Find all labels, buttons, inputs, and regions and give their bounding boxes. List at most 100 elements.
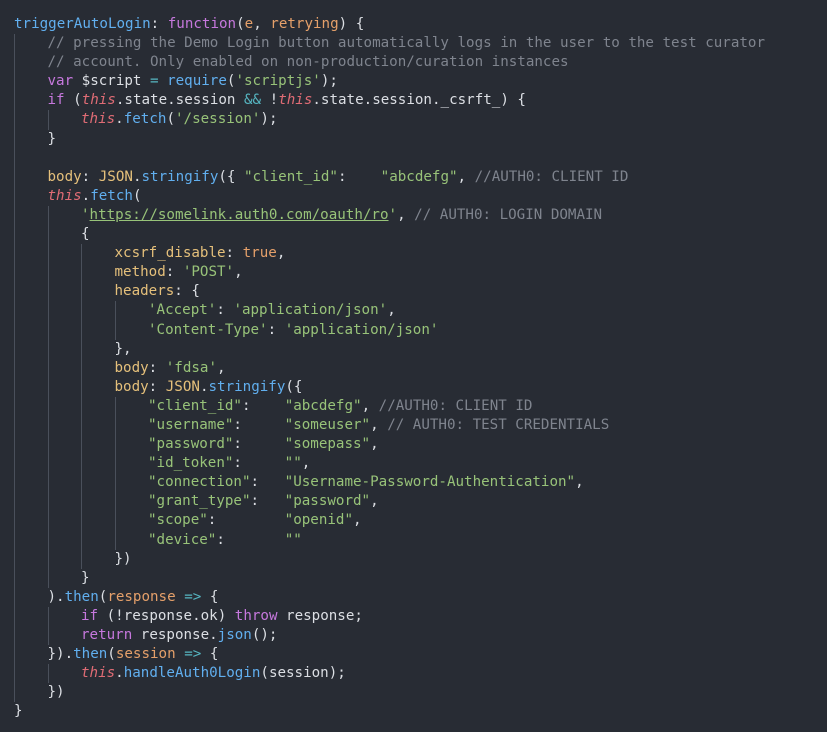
code-token: return (81, 627, 133, 643)
code-line: "scope": "openid", (0, 511, 827, 531)
code-token: response (107, 588, 176, 605)
code-token: "id_token" (148, 455, 234, 472)
code-token: }) (114, 550, 132, 567)
code-token[interactable]: https://somelink.auth0.com/oauth/ro (90, 207, 389, 223)
code-token: , (361, 397, 379, 414)
code-token: state (124, 92, 168, 109)
code-line: var $script = require('scriptjs'); (0, 72, 827, 92)
code-token: . (115, 111, 124, 128)
indent-guide (47, 320, 49, 340)
code-token: body (114, 378, 149, 395)
code-line: "grant_type": "password", (0, 492, 827, 512)
indent-guide (81, 320, 82, 340)
code-token: ) { (338, 16, 365, 32)
code-token: : (148, 378, 166, 395)
code-token: session (115, 646, 176, 663)
code-token: ) (217, 607, 235, 624)
indent-guide (47, 339, 49, 359)
indent-guide (14, 645, 15, 665)
code-token: "abcdefg" (380, 168, 458, 185)
code-editor[interactable]: triggerAutoLogin: function(e, retrying) … (0, 15, 827, 721)
code-token: 'scriptjs' (235, 73, 321, 90)
indent-guide (114, 530, 116, 550)
code-token: , (370, 416, 388, 433)
code-token: (! (98, 607, 124, 624)
code-token: : (337, 168, 381, 185)
code-token: : (267, 321, 285, 338)
code-token: : (225, 245, 243, 262)
indent-guide (47, 530, 49, 550)
code-token: session (175, 92, 245, 109)
indent-guide (14, 167, 15, 187)
code-token: = (150, 73, 159, 90)
code-line: "client_id": "abcdefg", //AUTH0: CLIENT … (0, 396, 827, 416)
code-token: this (81, 111, 116, 128)
code-token: , (397, 206, 415, 223)
code-token: this (47, 187, 82, 204)
indent-guide (14, 568, 15, 588)
indent-guide (14, 492, 15, 512)
code-token: ( (260, 665, 269, 682)
code-token: ' (388, 206, 398, 223)
code-token: "" (284, 531, 302, 548)
code-line: "connection": "Username-Password-Authent… (0, 473, 827, 493)
indent-guide (14, 110, 15, 130)
code-token: ( (64, 92, 82, 109)
indent-guide (14, 587, 15, 607)
indent-guide (81, 435, 82, 455)
indent-guide (47, 396, 49, 416)
code-line: } (0, 702, 827, 721)
code-token: // AUTH0: LOGIN DOMAIN (414, 206, 603, 223)
code-token: "someuser" (284, 416, 371, 433)
code-token: session (372, 92, 432, 109)
code-token: (); (251, 627, 278, 643)
indent-guide (47, 473, 49, 493)
indent-guide (81, 473, 82, 493)
indent-guide (47, 263, 49, 283)
code-token: "" (284, 455, 302, 472)
code-line: // pressing the Demo Login button automa… (0, 34, 827, 54)
code-token: "password" (284, 493, 371, 510)
code-token: . (431, 92, 441, 109)
indent-guide (14, 664, 15, 684)
code-token: stringify (208, 378, 286, 395)
indent-guide (114, 435, 116, 455)
code-token: throw (234, 607, 278, 624)
indent-guide (14, 339, 15, 359)
code-token: . (209, 627, 218, 643)
code-token: : (216, 531, 285, 548)
code-token: ! (261, 92, 279, 109)
code-token: function (167, 16, 237, 32)
code-token: 'Content-Type' (148, 321, 268, 338)
indent-guide (14, 626, 15, 646)
indent-guide (14, 205, 15, 226)
code-token: ). (47, 588, 65, 605)
code-token: // pressing the Demo Login button automa… (47, 35, 766, 52)
indent-guide (81, 492, 82, 512)
indent-guide (14, 320, 15, 340)
code-token: response (277, 607, 355, 624)
indent-guide (81, 282, 82, 302)
indent-guide (47, 244, 49, 264)
indent-guide (81, 454, 82, 474)
indent-guide (81, 415, 82, 436)
code-token: triggerAutoLogin (14, 16, 151, 32)
code-line: ).then(response => { (0, 587, 827, 607)
code-token: ({ (285, 378, 303, 395)
code-token: e (244, 16, 254, 32)
code-token: JSON (98, 168, 133, 185)
code-token: : (207, 512, 285, 529)
code-token: "abcdefg" (284, 397, 362, 414)
indent-guide (14, 186, 15, 206)
indent-guide (14, 244, 15, 264)
indent-guide (47, 110, 49, 130)
code-token: "device" (148, 531, 217, 548)
code-token: JSON (165, 378, 200, 395)
indent-guide (47, 435, 49, 455)
code-token: fetch (90, 187, 133, 204)
code-token: , (370, 436, 379, 453)
code-token: '/session' (174, 111, 261, 128)
indent-guide (14, 530, 15, 550)
